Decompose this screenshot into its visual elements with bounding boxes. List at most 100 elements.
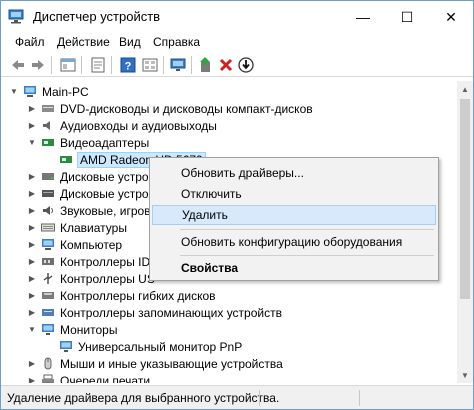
status-text: Удаление драйвера для выбранного устройс…	[7, 391, 280, 405]
tree-item-ide-controllers[interactable]: ▶ Контроллеры ID	[27, 253, 150, 270]
menu-file[interactable]: Файл	[15, 35, 45, 49]
tree-item-label: Контроллеры запоминающих устройств	[60, 305, 282, 320]
mouse-icon	[44, 357, 52, 370]
expand-arrow-icon[interactable]: ▶	[27, 121, 37, 130]
menu-item-uninstall[interactable]: Удалить	[152, 205, 436, 225]
menu-item-disable[interactable]: Отключить	[152, 184, 436, 204]
tree-item-dvd[interactable]: ▶ DVD-дисководы и дисководы компакт-диск…	[27, 100, 313, 117]
grid-view-icon[interactable]	[141, 56, 159, 74]
tree-item-storage-controllers[interactable]: ▶ Контроллеры запоминающих устройств	[27, 304, 282, 321]
tree-item-label: Контроллеры ID	[60, 254, 151, 269]
window-title: Диспетчер устройств	[33, 9, 161, 24]
expand-arrow-icon[interactable]: ▶	[27, 223, 37, 232]
tree-item-label: Дисковые устро	[60, 186, 149, 201]
speaker-icon	[43, 121, 50, 130]
update-driver-icon[interactable]	[197, 56, 215, 74]
collapse-arrow-icon[interactable]: ▼	[9, 87, 19, 96]
back-arrow-icon[interactable]	[9, 56, 27, 74]
tree-item-label: DVD-дисководы и дисководы компакт-дисков	[60, 101, 313, 116]
device-manager-app-icon	[8, 9, 24, 24]
context-menu: Обновить драйверы... Отключить Удалить О…	[149, 157, 439, 281]
tree-root[interactable]: ▼ Main-PC	[9, 83, 89, 100]
tree-item-label: Контроллеры гибких дисков	[60, 288, 216, 303]
tree-item-label: Универсальный монитор PnP	[78, 339, 243, 354]
menu-item-label: Отключить	[181, 187, 242, 201]
scan-hardware-icon[interactable]	[237, 56, 255, 74]
tree-item-disk-devices[interactable]: ▶ Дисковые устро	[27, 185, 149, 202]
expand-arrow-icon[interactable]: ▶	[27, 206, 37, 215]
help-icon[interactable]: ?	[119, 56, 137, 74]
svg-text:?: ?	[125, 61, 132, 73]
keyboard-icon	[41, 223, 55, 232]
vertical-scrollbar[interactable]: ▲ ▼	[457, 81, 473, 383]
display-adapter-icon	[60, 156, 72, 163]
menu-item-label: Свойства	[181, 261, 239, 275]
menu-item-label: Обновить драйверы...	[181, 166, 304, 180]
toolbar-separator	[81, 56, 82, 74]
tree-item-print-queues[interactable]: ▶ Очереди печати	[27, 372, 150, 383]
display-adapter-icon	[42, 139, 54, 146]
properties-icon[interactable]	[89, 56, 107, 74]
expand-arrow-icon[interactable]: ▶	[27, 359, 37, 368]
disk-icon	[42, 173, 54, 180]
tree-item-floppy-controllers[interactable]: ▶ Контроллеры гибких дисков	[27, 287, 216, 304]
menu-view[interactable]: Вид	[119, 35, 141, 49]
dvd-drive-icon	[42, 105, 54, 112]
tree-item-keyboards[interactable]: ▶ Клавиатуры	[27, 219, 127, 236]
forward-arrow-icon[interactable]	[29, 56, 47, 74]
menu-item-scan-hardware[interactable]: Обновить конфигурацию оборудования	[152, 232, 436, 252]
tree-item-label: Аудиовходы и аудиовыходы	[60, 118, 217, 133]
controller-icon	[42, 258, 54, 265]
expand-arrow-icon[interactable]: ▶	[27, 376, 37, 383]
toolbar: ?	[1, 53, 473, 77]
computer-icon	[24, 86, 36, 97]
tree-item-label: Видеоадаптеры	[60, 135, 150, 150]
printer-icon	[42, 374, 54, 383]
menu-item-properties[interactable]: Свойства	[152, 258, 436, 278]
maximize-button[interactable]: ☐	[385, 1, 429, 33]
menu-bar: Файл Действие Вид Справка	[1, 33, 473, 53]
minimize-button[interactable]: —	[341, 1, 385, 33]
status-bar: Удаление драйвера для выбранного устройс…	[1, 385, 473, 409]
tree-item-label: Очереди печати	[60, 373, 151, 384]
tree-root-label: Main-PC	[42, 84, 89, 99]
toolbar-separator	[51, 56, 52, 74]
expand-arrow-icon[interactable]: ▶	[27, 189, 37, 198]
expand-arrow-icon[interactable]: ▶	[27, 240, 37, 249]
console-tree-icon[interactable]	[59, 56, 77, 74]
tree-item-sound-game[interactable]: ▶ Звуковые, игрово	[27, 202, 157, 219]
menu-help[interactable]: Справка	[153, 35, 200, 49]
menu-item-label: Обновить конфигурацию оборудования	[181, 235, 403, 249]
menu-item-update-drivers[interactable]: Обновить драйверы...	[152, 163, 436, 183]
expand-arrow-icon[interactable]: ▶	[27, 274, 37, 283]
minimize-icon: —	[356, 9, 370, 25]
tree-item-usb-controllers[interactable]: ▶ Контроллеры US	[27, 270, 155, 287]
device-manager-window: Диспетчер устройств — ☐ ✕ Файл Действие …	[0, 0, 474, 410]
tree-item-monitors[interactable]: ▼ Мониторы	[27, 321, 117, 338]
tree-item-computer[interactable]: ▶ Компьютер	[27, 236, 122, 253]
computer-icon	[42, 239, 54, 250]
scroll-down-arrow-icon[interactable]: ▼	[457, 367, 473, 383]
expand-arrow-icon[interactable]: ▶	[27, 308, 37, 317]
scroll-thumb[interactable]	[460, 99, 470, 299]
tree-item-label: Контроллеры US	[60, 271, 155, 286]
expand-arrow-icon[interactable]: ▶	[27, 257, 37, 266]
display-icon[interactable]	[169, 56, 187, 74]
tree-item-label: Мониторы	[60, 322, 118, 337]
expand-arrow-icon[interactable]: ▶	[27, 172, 37, 181]
expand-arrow-icon[interactable]: ▶	[27, 104, 37, 113]
tree-item-generic-pnp-monitor[interactable]: Универсальный монитор PnP	[59, 338, 242, 355]
tree-item-audio-io[interactable]: ▶ Аудиовходы и аудиовыходы	[27, 117, 217, 134]
tree-item-mice[interactable]: ▶ Мыши и иные указывающие устройства	[27, 355, 283, 372]
close-button[interactable]: ✕	[429, 1, 473, 33]
menu-action[interactable]: Действие	[57, 35, 110, 49]
uninstall-red-x-icon[interactable]	[217, 56, 235, 74]
sound-icon	[43, 206, 53, 215]
collapse-arrow-icon[interactable]: ▼	[27, 138, 37, 147]
scroll-up-arrow-icon[interactable]: ▲	[457, 81, 473, 97]
tree-item-display-adapters[interactable]: ▼ Видеоадаптеры	[27, 134, 149, 151]
monitor-icon	[60, 341, 72, 352]
collapse-arrow-icon[interactable]: ▼	[27, 325, 37, 334]
menu-separator	[180, 229, 434, 230]
expand-arrow-icon[interactable]: ▶	[27, 291, 37, 300]
